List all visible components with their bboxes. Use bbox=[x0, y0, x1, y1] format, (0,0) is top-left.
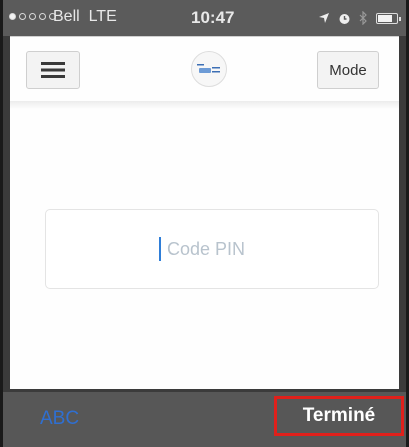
abc-keyboard-toggle[interactable]: ABC bbox=[40, 408, 79, 430]
battery-icon bbox=[376, 12, 401, 24]
menu-button[interactable] bbox=[26, 51, 80, 89]
pin-field-container[interactable] bbox=[45, 209, 379, 289]
top-toolbar: Mode bbox=[10, 37, 399, 103]
carrier-label: Bell LTE bbox=[53, 8, 117, 26]
app-logo-icon bbox=[197, 64, 220, 73]
app-content: Mode bbox=[10, 36, 399, 389]
hamburger-menu-icon bbox=[41, 62, 65, 78]
status-bar: Bell LTE 10:47 bbox=[3, 0, 406, 36]
done-button[interactable]: Terminé bbox=[274, 396, 404, 436]
status-icons bbox=[318, 6, 401, 30]
mode-button[interactable]: Mode bbox=[317, 51, 379, 89]
phone-screen: Bell LTE 10:47 Mode ABC Terminé bbox=[3, 0, 406, 447]
toolbar-divider bbox=[10, 101, 399, 109]
pin-input[interactable] bbox=[165, 237, 265, 261]
keyboard-accessory-bar: ABC Terminé bbox=[3, 392, 406, 447]
status-time: 10:47 bbox=[191, 8, 235, 27]
network-type: LTE bbox=[88, 8, 117, 25]
signal-strength-icon bbox=[9, 13, 56, 20]
text-cursor bbox=[159, 237, 161, 261]
app-logo bbox=[191, 51, 227, 87]
bluetooth-icon bbox=[359, 11, 367, 25]
location-arrow-icon bbox=[319, 13, 329, 23]
carrier-name: Bell bbox=[53, 8, 80, 25]
alarm-icon bbox=[339, 13, 350, 24]
